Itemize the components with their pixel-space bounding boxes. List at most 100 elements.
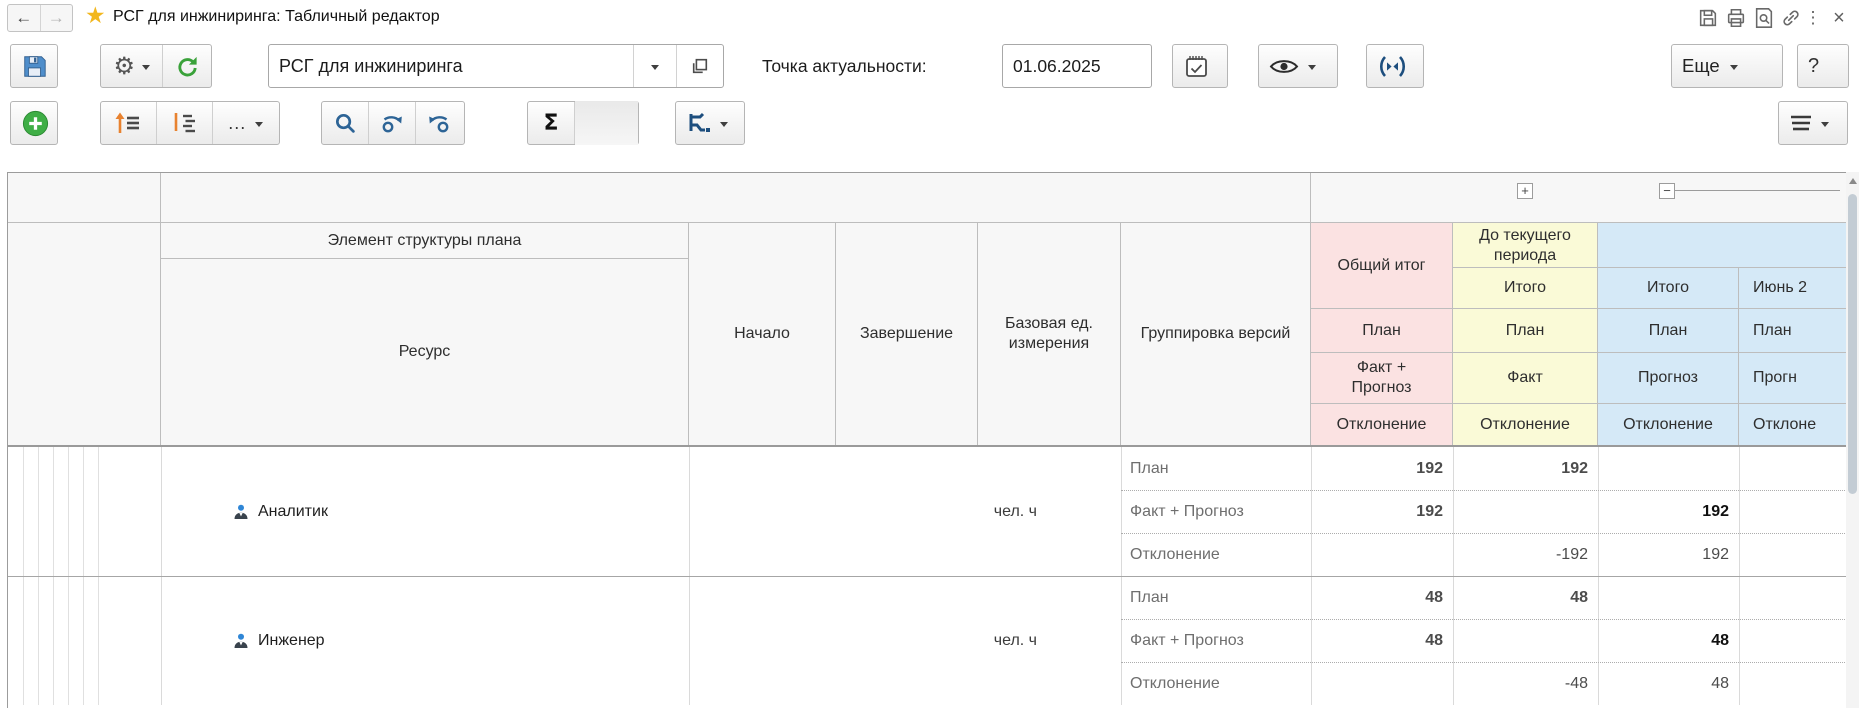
unit-cell: чел. ч	[689, 447, 1121, 576]
link-icon	[1780, 7, 1802, 29]
save-button[interactable]	[10, 44, 58, 88]
search-group	[321, 101, 465, 145]
chevron-down-icon	[1821, 122, 1829, 131]
get-link-window-button[interactable]	[1779, 6, 1803, 30]
sum-field-wrap	[574, 102, 638, 144]
column-header-finish: Завершение	[836, 223, 978, 446]
grid-line	[1121, 619, 1847, 620]
june-row-plan: План	[1739, 309, 1847, 353]
refresh-button[interactable]	[162, 45, 211, 87]
broadcast-icon	[1367, 45, 1418, 87]
value-cell[interactable]	[1739, 662, 1847, 705]
row-header-column	[8, 223, 161, 446]
person-icon	[233, 633, 249, 649]
preview-window-button[interactable]	[1752, 6, 1776, 30]
value-cell[interactable]: -192	[1453, 533, 1598, 576]
report-select-button[interactable]	[676, 45, 723, 87]
resource-row-analyst[interactable]: Аналитик	[161, 447, 689, 576]
structure-button[interactable]	[675, 101, 745, 145]
sigma-icon: Σ	[543, 111, 558, 136]
help-button[interactable]: ?	[1797, 44, 1849, 88]
view-settings-button[interactable]	[1258, 44, 1338, 88]
resource-row-engineer[interactable]: Инженер	[161, 576, 689, 705]
group-bracket-line	[1675, 190, 1840, 191]
value-cell[interactable]	[1739, 447, 1847, 490]
value-cell[interactable]	[1739, 533, 1847, 576]
value-cell[interactable]	[1453, 619, 1598, 662]
report-dropdown-button[interactable]	[633, 45, 676, 87]
eye-icon	[1269, 56, 1299, 77]
calendar-button[interactable]	[1172, 44, 1228, 88]
value-cell[interactable]	[1311, 533, 1453, 576]
forecast-row-plan: План	[1598, 309, 1739, 353]
move-down-icon	[170, 111, 198, 135]
find-next-button[interactable]	[368, 102, 415, 144]
find-previous-button[interactable]	[415, 102, 462, 144]
floppy-icon	[11, 45, 58, 87]
value-cell[interactable]	[1598, 576, 1739, 619]
column-header-forecast-group	[1598, 223, 1847, 268]
forecast-row-forecast: Прогноз	[1598, 353, 1739, 404]
back-icon: ←	[15, 8, 32, 28]
sum-input[interactable]	[575, 101, 638, 145]
broadcast-button[interactable]	[1366, 44, 1424, 88]
add-button[interactable]	[10, 101, 58, 145]
value-cell[interactable]: 48	[1598, 662, 1739, 705]
value-cell[interactable]: 192	[1598, 490, 1739, 533]
report-name-input[interactable]	[269, 45, 633, 87]
app-window: ← → ★ РСГ для инжиниринга: Табличный ред…	[0, 0, 1859, 708]
save-window-button[interactable]	[1696, 6, 1720, 30]
save-icon	[1697, 7, 1719, 29]
forward-button[interactable]: →	[40, 5, 73, 31]
search-button[interactable]	[322, 102, 368, 144]
value-cell[interactable]	[1311, 662, 1453, 705]
vertical-scrollbar[interactable]	[1846, 172, 1859, 708]
expand-group-button[interactable]: +	[1517, 183, 1533, 199]
search-icon	[333, 111, 358, 136]
sum-group: Σ	[527, 101, 639, 145]
value-cell[interactable]	[1453, 490, 1598, 533]
column-header-forecast-total: Итого	[1598, 268, 1739, 309]
value-cell[interactable]: 48	[1598, 619, 1739, 662]
refresh-icon	[175, 54, 200, 79]
value-cell[interactable]: 192	[1598, 533, 1739, 576]
print-window-button[interactable]	[1724, 6, 1748, 30]
top-header-groups-cell	[1311, 173, 1847, 223]
move-down-button[interactable]	[156, 102, 212, 144]
filter-settings-button[interactable]	[1778, 101, 1848, 145]
ellipsis-label: ...	[228, 113, 246, 134]
collapse-group-button[interactable]: −	[1659, 183, 1675, 199]
before-row-plan: План	[1453, 309, 1598, 353]
value-cell[interactable]	[1739, 619, 1847, 662]
back-button[interactable]: ←	[8, 5, 40, 31]
move-up-button[interactable]	[101, 102, 156, 144]
grand-row-fact-forecast: Факт + Прогноз	[1311, 353, 1453, 404]
value-cell[interactable]: -48	[1453, 662, 1598, 705]
sum-button[interactable]: Σ	[528, 102, 574, 144]
unit-cell: чел. ч	[689, 576, 1121, 705]
scrollbar-thumb[interactable]	[1848, 194, 1857, 494]
more-actions-button[interactable]: Еще	[1671, 44, 1783, 88]
hierarchy-icon	[686, 112, 712, 135]
forecast-row-deviation: Отклонение	[1598, 404, 1739, 446]
more-commands-button[interactable]: ...	[212, 102, 279, 144]
value-cell[interactable]	[1598, 447, 1739, 490]
favorite-star-icon[interactable]: ★	[85, 3, 106, 29]
close-window-button[interactable]: ×	[1827, 6, 1851, 30]
value-cell[interactable]: 48	[1311, 576, 1453, 619]
value-cell[interactable]	[1739, 576, 1847, 619]
value-cell[interactable]: 192	[1453, 447, 1598, 490]
settings-button[interactable]: ⚙	[101, 45, 162, 87]
grand-row-deviation: Отклонение	[1311, 404, 1453, 446]
more-window-button[interactable]: ⋮	[1805, 6, 1821, 30]
measure-label: Факт + Прогноз	[1121, 490, 1311, 533]
value-cell[interactable]: 192	[1311, 490, 1453, 533]
move-up-icon	[114, 111, 142, 135]
chevron-down-icon	[1308, 65, 1316, 74]
value-cell[interactable]	[1739, 490, 1847, 533]
value-cell[interactable]: 48	[1311, 619, 1453, 662]
scroll-up-icon[interactable]	[1849, 178, 1857, 184]
value-cell[interactable]: 192	[1311, 447, 1453, 490]
value-cell[interactable]: 48	[1453, 576, 1598, 619]
column-header-before-total: Итого	[1453, 268, 1598, 309]
